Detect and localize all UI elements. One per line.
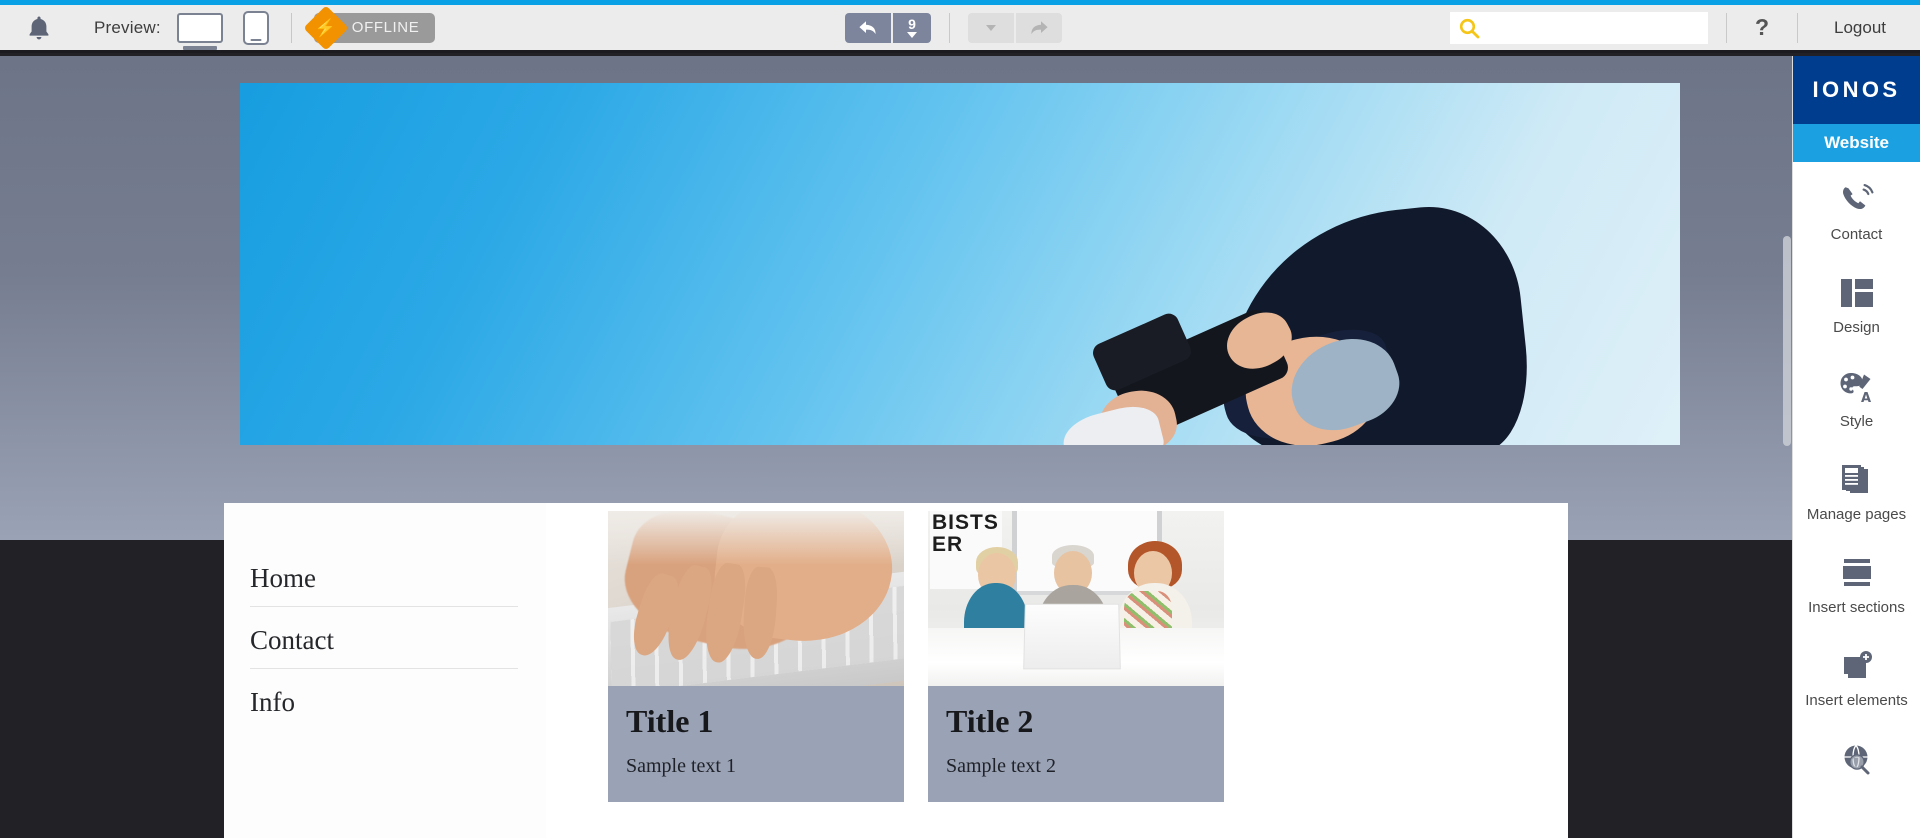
sidebar-item-insert-elements[interactable]: Insert elements [1793, 628, 1920, 721]
sidebar-item-label: Style [1839, 412, 1874, 430]
offline-status-label: OFFLINE [351, 19, 420, 36]
canvas-scrollbar-thumb[interactable] [1783, 236, 1791, 446]
undo-count-label: 9 [908, 16, 916, 32]
pages-stack-icon [1797, 460, 1916, 500]
toolbar-divider-right-2 [1797, 12, 1798, 43]
toolbar-divider-right-1 [1725, 12, 1727, 43]
nav-item-contact[interactable]: Contact [250, 621, 518, 669]
sidebar-item-seo[interactable] [1793, 722, 1920, 798]
hero-banner[interactable] [240, 83, 1680, 445]
page-body: Home Contact Info Title 1 Sample text 1 … [224, 503, 1568, 838]
page-preview-canvas[interactable]: Home Contact Info Title 1 Sample text 1 … [0, 56, 1792, 838]
history-controls: 9 [845, 5, 1062, 50]
chevron-down-icon [986, 24, 996, 31]
redo-button [1016, 12, 1062, 43]
toolbar-divider [290, 12, 292, 43]
sidebar-item-label: Design [1833, 319, 1880, 337]
phone-icon [1797, 180, 1916, 220]
sidebar-item-label: Contact [1830, 226, 1883, 243]
card-image-laptop-typing [608, 511, 904, 686]
offline-status-button[interactable]: ⚡ OFFLINE [303, 4, 436, 51]
help-button[interactable]: ? [1745, 14, 1779, 41]
top-accent-bar [0, 0, 1920, 5]
sidebar-item-label: Manage pages [1806, 505, 1907, 523]
history-divider [949, 12, 950, 43]
content-card[interactable]: Title 1 Sample text 1 [608, 511, 904, 838]
preview-mobile-button[interactable] [242, 10, 269, 45]
right-sidebar: IONOS Website Contact Design A Style Man… [1792, 56, 1920, 838]
page-content-area: Title 1 Sample text 1 BISTS ER Title 2 S… [546, 503, 1568, 838]
sidebar-item-style[interactable]: A Style [1793, 349, 1920, 442]
section-bars-icon [1797, 553, 1916, 593]
layout-blocks-icon [1797, 273, 1916, 313]
toolbar-right-group: ? Logout [1449, 5, 1920, 50]
top-toolbar: Preview: ⚡ OFFLINE 9 ? Logout [0, 4, 1920, 53]
card-text[interactable]: Sample text 1 [626, 755, 886, 778]
search-input[interactable] [1485, 19, 1696, 36]
sidebar-item-contact[interactable]: Contact [1793, 162, 1920, 255]
ionos-logo: IONOS [1793, 56, 1920, 124]
undo-arrow-icon [859, 20, 876, 34]
card-image-team-meeting: BISTS ER [928, 511, 1224, 686]
sidebar-item-label: Insert sections [1808, 599, 1905, 616]
nav-item-home[interactable]: Home [250, 559, 518, 607]
history-count-dropdown[interactable]: 9 [893, 12, 931, 43]
undo-group: 9 [845, 12, 931, 43]
search-icon [1459, 18, 1480, 38]
ionos-logo-text: IONOS [1812, 77, 1901, 102]
elements-stack-icon [1797, 646, 1916, 686]
hero-photographer-image [1058, 193, 1537, 445]
sidebar-item-design[interactable]: Design [1793, 255, 1920, 348]
svg-text:A: A [1861, 391, 1871, 404]
bell-icon[interactable] [26, 15, 52, 41]
card-title[interactable]: Title 1 [626, 703, 886, 739]
sidebar-tab-website[interactable]: Website [1793, 124, 1920, 162]
sidebar-item-insert-sections[interactable]: Insert sections [1793, 535, 1920, 628]
globe-search-icon [1797, 740, 1916, 780]
content-placeholder-slot[interactable] [1248, 511, 1544, 838]
undo-button[interactable] [845, 12, 891, 43]
redo-arrow-icon [1031, 20, 1048, 34]
canvas-scrollbar[interactable] [1782, 56, 1792, 838]
preview-label: Preview: [94, 17, 161, 37]
redo-group [968, 12, 1062, 43]
logout-button[interactable]: Logout [1816, 18, 1920, 38]
card-caption: Title 2 Sample text 2 [928, 686, 1224, 803]
preview-desktop-button[interactable] [176, 12, 223, 43]
palette-brush-icon: A [1797, 367, 1916, 407]
sidebar-item-label: Insert elements [1805, 692, 1908, 710]
site-navigation: Home Contact Info [224, 503, 546, 838]
chevron-down-icon [907, 32, 917, 38]
toolbar-left-group: Preview: ⚡ OFFLINE [0, 4, 436, 51]
sidebar-tab-label: Website [1824, 133, 1889, 152]
content-card[interactable]: BISTS ER Title 2 Sample text 2 [928, 511, 1224, 838]
sidebar-item-manage-pages[interactable]: Manage pages [1793, 442, 1920, 535]
card-caption: Title 1 Sample text 1 [608, 686, 904, 803]
nav-item-info[interactable]: Info [250, 683, 518, 730]
card-text[interactable]: Sample text 2 [946, 755, 1206, 778]
search-box[interactable] [1449, 11, 1708, 44]
offline-diamond-icon: ⚡ [303, 4, 349, 51]
redo-history-dropdown [968, 12, 1014, 43]
card-title[interactable]: Title 2 [946, 703, 1206, 739]
